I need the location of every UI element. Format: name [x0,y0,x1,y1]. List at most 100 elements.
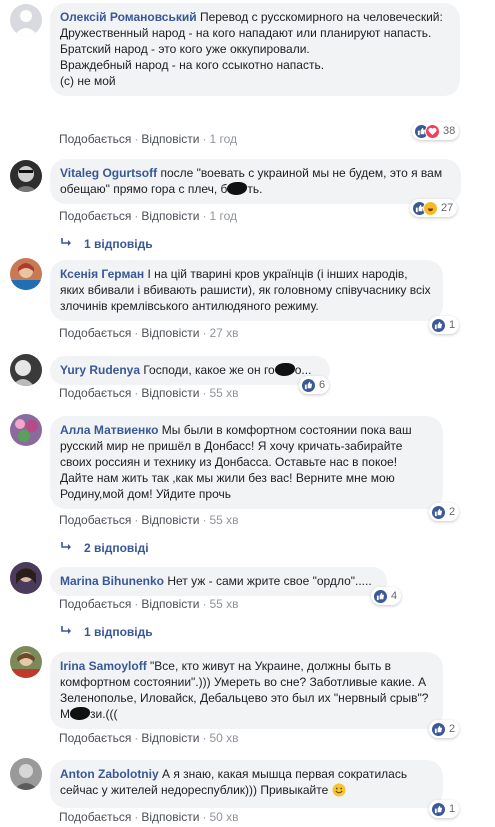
comment-text: Нет уж - сами жрите свое "ордло"..... [164,574,372,588]
replies-count[interactable]: 1 відповідь [84,237,153,251]
comment-text-end: ть. [247,182,263,196]
reaction-summary[interactable]: 1 [429,316,460,334]
comment-author[interactable]: Yury Rudenya [60,363,140,377]
comment-text-end: о... [294,363,312,377]
comment-bubble: Vitaleg Ogurtsoff после "воевать с украи… [50,159,461,204]
love-reaction-icon [425,123,440,139]
comment-time[interactable]: 55 хв [209,597,238,611]
reply-link[interactable]: Відповісти [141,132,199,146]
comment-actions: Подобається · Відповісти · 1 год [59,209,237,223]
like-link[interactable]: Подобається [59,386,131,400]
replies-count[interactable]: 2 відповіді [84,541,149,555]
avatar-image [14,166,38,192]
comment-author[interactable]: Marina Bihunenko [60,574,164,588]
comment-actions: Подобається · Відповісти · 27 хв [59,326,239,340]
comment-author[interactable]: Ксенія Герман [60,267,144,281]
comment-time[interactable]: 55 хв [209,513,238,527]
reply-link[interactable]: Відповісти [141,209,199,223]
reply-arrow-icon [60,237,74,251]
comment-author[interactable]: Vitaleg Ogurtsoff [60,166,157,180]
comment-time[interactable]: 1 год [209,209,237,223]
avatar-image [15,419,38,442]
avatar-image [10,263,42,290]
comment-author[interactable]: Anton Zabolotniy [60,767,159,781]
like-reaction-icon [431,721,446,737]
reaction-count: 4 [391,590,398,602]
redaction-blot [227,182,248,195]
comment-time[interactable]: 50 хв [209,810,238,824]
comment-bubble: Олексій Романовський Перевод с русскомир… [50,3,460,96]
view-replies-link[interactable]: 1 відповідь [60,237,153,251]
comment-actions: Подобається · Відповісти · 55 хв [59,386,239,400]
replies-count[interactable]: 1 відповідь [84,625,153,639]
like-link[interactable]: Подобається [59,810,131,824]
comment-bubble: Anton Zabolotniy А я знаю, какая мышца п… [50,760,443,808]
comment-actions: Подобається · Відповісти · 50 хв [59,731,239,745]
reply-link[interactable]: Відповісти [141,513,199,527]
reply-link[interactable]: Відповісти [141,810,199,824]
reaction-summary[interactable]: 4 [371,587,402,605]
reaction-count: 6 [319,379,326,391]
reaction-summary[interactable]: 2 [429,720,460,738]
comment-text-end: зи.((( [90,707,118,721]
reaction-count: 2 [449,723,456,735]
avatar[interactable] [10,646,42,678]
avatar[interactable] [10,562,42,594]
view-replies-link[interactable]: 1 відповідь [60,625,153,639]
reply-link[interactable]: Відповісти [141,597,199,611]
comment-actions: Подобається · Відповісти · 55 хв [59,513,239,527]
avatar[interactable] [10,258,42,290]
reply-arrow-icon [60,541,74,555]
like-link[interactable]: Подобається [59,209,131,223]
like-link[interactable]: Подобається [59,132,131,146]
reply-link[interactable]: Відповісти [141,731,199,745]
comment-bubble: Ксенія Герман І на цій тварині кров укра… [50,260,443,321]
comment-time[interactable]: 1 год [209,132,237,146]
comment-bubble: Irina Samoyloff "Все, кто живут на Украи… [50,652,443,729]
avatar-placeholder[interactable] [10,4,42,36]
comment-author[interactable]: Олексій Романовський [60,10,197,24]
like-reaction-icon [431,504,446,520]
like-reaction-icon [301,377,316,393]
reaction-summary[interactable]: 27 [410,199,458,217]
comment-actions: Подобається · Відповісти · 1 год [59,132,237,146]
avatar[interactable] [10,414,42,446]
view-replies-link[interactable]: 2 відповіді [60,541,149,555]
comment-author[interactable]: Алла Матвиенко [60,423,158,437]
comment-time[interactable]: 55 хв [209,386,238,400]
avatar-image [10,652,42,678]
comment-author[interactable]: Irina Samoyloff [60,659,147,673]
comment-time[interactable]: 27 хв [209,326,238,340]
like-link[interactable]: Подобається [59,326,131,340]
reaction-summary[interactable]: 1 [429,800,460,818]
comment-text: Господи, какое же он го [140,363,275,377]
reply-link[interactable]: Відповісти [141,326,199,340]
reply-arrow-icon [60,625,74,639]
reaction-summary[interactable]: 6 [299,376,330,394]
comment-actions: Подобається · Відповісти · 55 хв [59,597,239,611]
avatar[interactable] [10,354,42,386]
like-reaction-icon [431,801,446,817]
redaction-blot [70,707,90,720]
like-reaction-icon [431,317,446,333]
reply-link[interactable]: Відповісти [141,386,199,400]
comment-bubble: Marina Bihunenko Нет уж - сами жрите сво… [50,567,387,596]
avatar[interactable] [10,758,42,790]
avatar-image [12,360,34,386]
haha-reaction-icon [423,200,438,216]
reaction-summary[interactable]: 38 [412,122,460,140]
like-link[interactable]: Подобається [59,513,131,527]
like-reaction-icon [373,588,388,604]
comment-bubble: Yury Rudenya Господи, какое же он го о... [50,356,330,385]
avatar-image [16,568,36,584]
comment-time[interactable]: 50 хв [209,731,238,745]
like-link[interactable]: Подобається [59,731,131,745]
reaction-count: 1 [449,319,456,331]
comment-bubble: Алла Матвиенко Мы были в комфортном сост… [50,416,443,509]
reaction-summary[interactable]: 2 [429,503,460,521]
redaction-blot [274,363,295,376]
avatar[interactable] [10,160,42,192]
reaction-count: 27 [441,202,454,214]
like-link[interactable]: Подобається [59,597,131,611]
avatar-image [14,764,38,790]
